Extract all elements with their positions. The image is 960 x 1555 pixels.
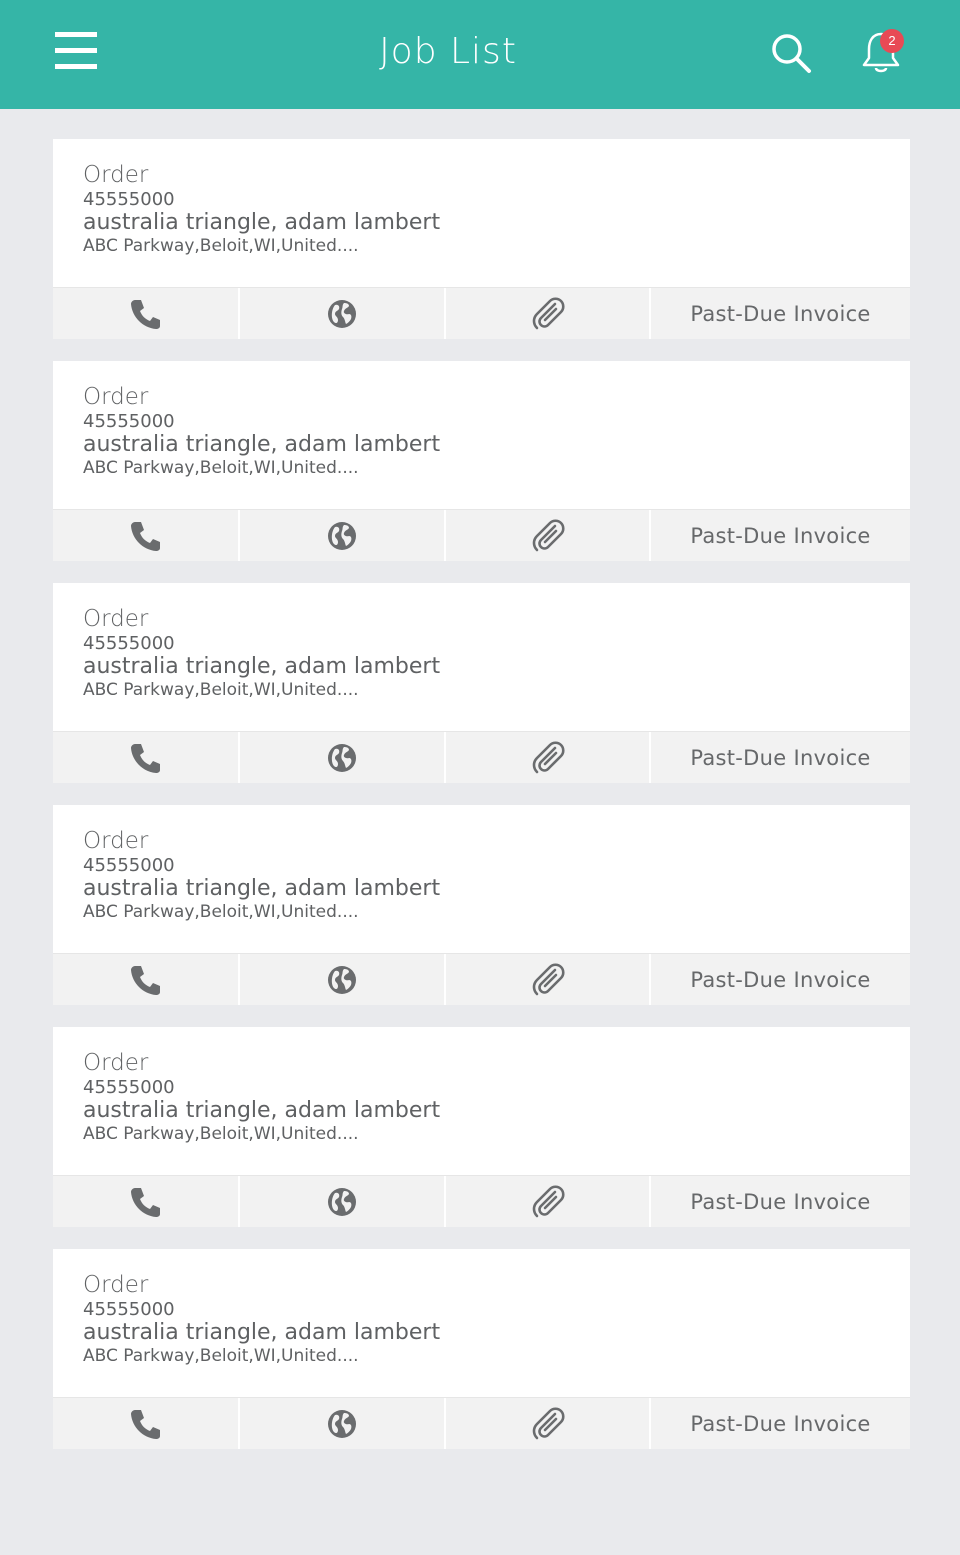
app-header: Job List 2 [0, 0, 960, 109]
phone-icon [130, 521, 160, 551]
job-card[interactable]: Order 45555000 australia triangle, adam … [53, 583, 910, 783]
job-card-actions: Past-Due Invoice [53, 1175, 910, 1227]
phone-icon [130, 1187, 160, 1217]
invoice-label: Past-Due Invoice [690, 1189, 871, 1214]
call-button[interactable] [53, 732, 238, 783]
order-label: Order [83, 384, 149, 410]
attachment-button[interactable] [444, 510, 649, 561]
customer-name: australia triangle, adam lambert [83, 1098, 441, 1123]
customer-address: ABC Parkway,Beloit,WI,United.... [83, 680, 359, 700]
customer-name: australia triangle, adam lambert [83, 210, 441, 235]
job-card-actions: Past-Due Invoice [53, 287, 910, 339]
past-due-invoice-button[interactable]: Past-Due Invoice [649, 1176, 910, 1227]
call-button[interactable] [53, 510, 238, 561]
job-list: Order 45555000 australia triangle, adam … [53, 139, 910, 1471]
job-card-actions: Past-Due Invoice [53, 953, 910, 1005]
order-label: Order [83, 1272, 149, 1298]
call-button[interactable] [53, 1176, 238, 1227]
past-due-invoice-button[interactable]: Past-Due Invoice [649, 1398, 910, 1449]
job-card[interactable]: Order 45555000 australia triangle, adam … [53, 361, 910, 561]
web-button[interactable] [238, 1398, 444, 1449]
web-button[interactable] [238, 732, 444, 783]
job-card-body: Order 45555000 australia triangle, adam … [53, 139, 910, 287]
job-card[interactable]: Order 45555000 australia triangle, adam … [53, 1027, 910, 1227]
globe-icon [328, 521, 356, 550]
customer-name: australia triangle, adam lambert [83, 654, 441, 679]
attachment-button[interactable] [444, 1398, 649, 1449]
paperclip-icon [532, 1406, 565, 1439]
customer-name: australia triangle, adam lambert [83, 432, 441, 457]
phone-icon [130, 965, 160, 995]
invoice-label: Past-Due Invoice [690, 967, 871, 992]
paperclip-icon [532, 962, 565, 995]
job-card[interactable]: Order 45555000 australia triangle, adam … [53, 139, 910, 339]
globe-icon [328, 743, 356, 772]
globe-icon [328, 299, 356, 328]
attachment-button[interactable] [444, 288, 649, 339]
customer-address: ABC Parkway,Beloit,WI,United.... [83, 458, 359, 478]
web-button[interactable] [238, 954, 444, 1005]
order-label: Order [83, 606, 149, 632]
job-card[interactable]: Order 45555000 australia triangle, adam … [53, 1249, 910, 1449]
globe-icon [328, 965, 356, 994]
invoice-label: Past-Due Invoice [690, 523, 871, 548]
paperclip-icon [532, 296, 565, 329]
web-button[interactable] [238, 288, 444, 339]
attachment-button[interactable] [444, 732, 649, 783]
attachment-button[interactable] [444, 1176, 649, 1227]
invoice-label: Past-Due Invoice [690, 1411, 871, 1436]
call-button[interactable] [53, 288, 238, 339]
job-card-actions: Past-Due Invoice [53, 509, 910, 561]
page-title: Job List [379, 31, 517, 72]
order-number: 45555000 [83, 1077, 175, 1098]
order-label: Order [83, 162, 149, 188]
past-due-invoice-button[interactable]: Past-Due Invoice [649, 954, 910, 1005]
invoice-label: Past-Due Invoice [690, 745, 871, 770]
order-number: 45555000 [83, 633, 175, 654]
phone-icon [130, 1409, 160, 1439]
web-button[interactable] [238, 1176, 444, 1227]
order-number: 45555000 [83, 855, 175, 876]
job-card-body: Order 45555000 australia triangle, adam … [53, 583, 910, 731]
paperclip-icon [532, 518, 565, 551]
web-button[interactable] [238, 510, 444, 561]
customer-name: australia triangle, adam lambert [83, 876, 441, 901]
customer-address: ABC Parkway,Beloit,WI,United.... [83, 902, 359, 922]
invoice-label: Past-Due Invoice [690, 301, 871, 326]
call-button[interactable] [53, 954, 238, 1005]
paperclip-icon [532, 1184, 565, 1217]
attachment-button[interactable] [444, 954, 649, 1005]
job-card[interactable]: Order 45555000 australia triangle, adam … [53, 805, 910, 1005]
customer-address: ABC Parkway,Beloit,WI,United.... [83, 236, 359, 256]
job-card-actions: Past-Due Invoice [53, 1397, 910, 1449]
globe-icon [328, 1187, 356, 1216]
past-due-invoice-button[interactable]: Past-Due Invoice [649, 732, 910, 783]
job-card-actions: Past-Due Invoice [53, 731, 910, 783]
search-icon[interactable] [770, 32, 812, 74]
job-card-body: Order 45555000 australia triangle, adam … [53, 361, 910, 509]
customer-address: ABC Parkway,Beloit,WI,United.... [83, 1124, 359, 1144]
job-card-body: Order 45555000 australia triangle, adam … [53, 1027, 910, 1175]
past-due-invoice-button[interactable]: Past-Due Invoice [649, 510, 910, 561]
phone-icon [130, 299, 160, 329]
customer-address: ABC Parkway,Beloit,WI,United.... [83, 1346, 359, 1366]
paperclip-icon [532, 740, 565, 773]
order-number: 45555000 [83, 411, 175, 432]
past-due-invoice-button[interactable]: Past-Due Invoice [649, 288, 910, 339]
notification-badge: 2 [880, 29, 904, 53]
order-number: 45555000 [83, 189, 175, 210]
job-card-body: Order 45555000 australia triangle, adam … [53, 1249, 910, 1397]
customer-name: australia triangle, adam lambert [83, 1320, 441, 1345]
globe-icon [328, 1409, 356, 1438]
call-button[interactable] [53, 1398, 238, 1449]
order-number: 45555000 [83, 1299, 175, 1320]
phone-icon [130, 743, 160, 773]
job-card-body: Order 45555000 australia triangle, adam … [53, 805, 910, 953]
order-label: Order [83, 1050, 149, 1076]
order-label: Order [83, 828, 149, 854]
